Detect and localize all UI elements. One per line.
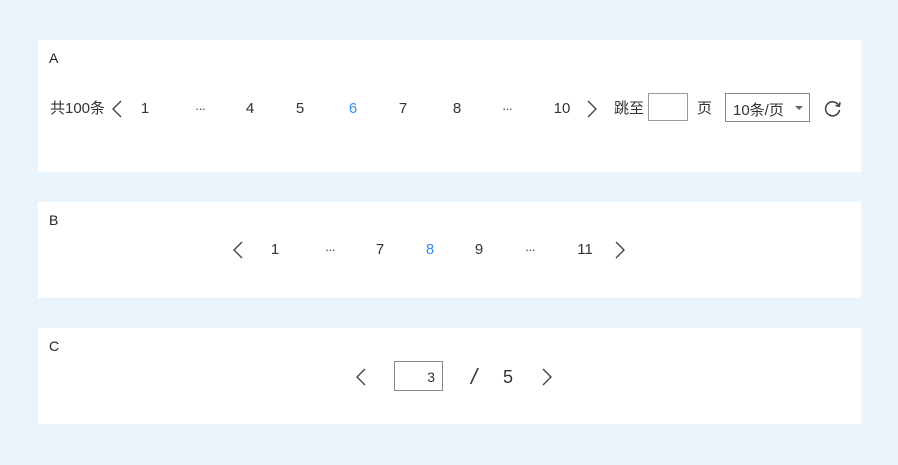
page-size-select[interactable]: 10条/页 (725, 93, 810, 122)
page-item-8-current[interactable]: 8 (426, 241, 434, 259)
prev-page-button[interactable] (355, 368, 367, 386)
page-size-value: 10条/页 (733, 102, 784, 119)
chevron-left-icon (112, 100, 122, 118)
chevron-right-icon (542, 368, 552, 386)
pagination-card-b: B 1 ··· 7 8 9 ··· 11 (38, 202, 861, 298)
current-page-value: 3 (427, 369, 435, 385)
page-separator: / (471, 364, 478, 389)
chevron-left-icon (233, 241, 243, 259)
page-suffix: 页 (697, 100, 713, 117)
pagination-card-a: A 共100条 1 ··· 4 5 6 7 8 ··· 10 跳至 页 10条/… (38, 40, 861, 172)
page-ellipsis[interactable]: ··· (325, 241, 336, 259)
chevron-right-icon (615, 241, 625, 259)
page-item-1[interactable]: 1 (141, 100, 149, 118)
page-item-7[interactable]: 7 (399, 100, 407, 118)
next-page-button[interactable] (541, 368, 553, 386)
prev-page-button[interactable] (232, 241, 244, 259)
page-ellipsis[interactable]: ··· (195, 100, 206, 118)
current-page-input[interactable]: 3 (394, 361, 443, 391)
page-item-9[interactable]: 9 (475, 241, 483, 259)
page-item-10[interactable]: 10 (554, 100, 571, 118)
section-label: B (49, 212, 59, 228)
jump-label: 跳至 (614, 100, 645, 117)
total-count: 共100条 (50, 100, 106, 117)
page-item-4[interactable]: 4 (246, 100, 254, 118)
next-page-button[interactable] (614, 241, 626, 259)
page-ellipsis[interactable]: ··· (502, 100, 513, 118)
page-item-7[interactable]: 7 (376, 241, 384, 259)
page-ellipsis[interactable]: ··· (525, 241, 536, 259)
page-item-8[interactable]: 8 (453, 100, 461, 118)
caret-down-icon (795, 106, 803, 110)
jump-page-input[interactable] (648, 93, 688, 121)
refresh-icon (824, 101, 841, 117)
section-label: C (49, 338, 60, 354)
prev-page-button[interactable] (111, 100, 123, 118)
next-page-button[interactable] (586, 100, 598, 118)
refresh-button[interactable] (823, 98, 843, 123)
section-label: A (49, 50, 59, 66)
page-item-5[interactable]: 5 (296, 100, 304, 118)
chevron-left-icon (356, 368, 366, 386)
page-item-1[interactable]: 1 (271, 241, 279, 259)
total-pages: 5 (503, 367, 514, 387)
chevron-right-icon (587, 100, 597, 118)
pagination-card-c: C 3 / 5 (38, 328, 861, 424)
page-item-6-current[interactable]: 6 (349, 100, 357, 118)
page-item-11[interactable]: 11 (577, 241, 593, 259)
